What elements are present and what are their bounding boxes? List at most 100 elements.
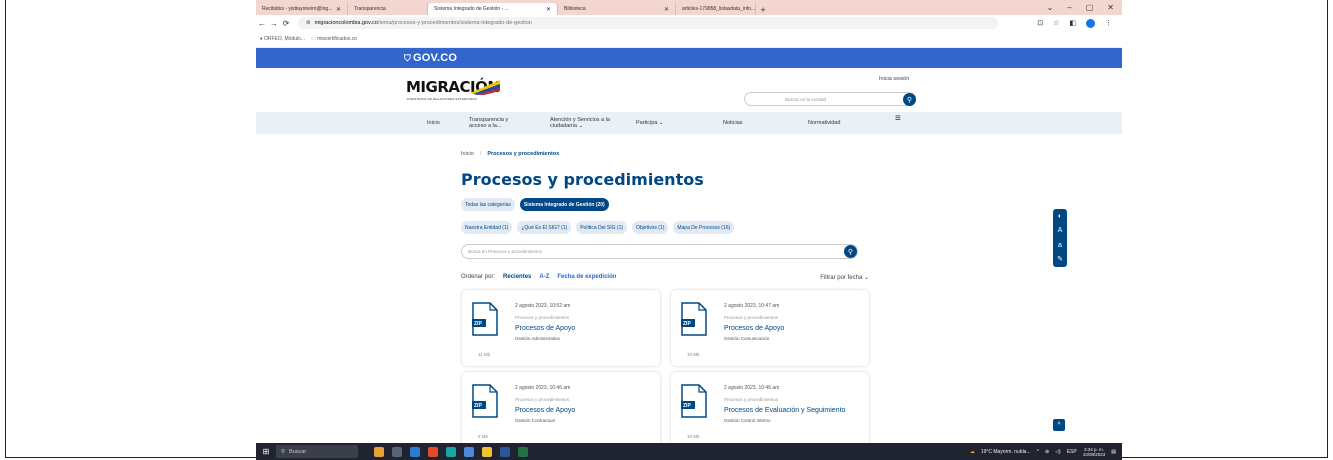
notifications-icon[interactable]: ▤ xyxy=(1111,449,1116,455)
sidepanel-icon[interactable]: ◧ xyxy=(1069,19,1076,27)
reload-icon[interactable]: ⟳ xyxy=(280,19,292,28)
sort-recientes[interactable]: Recientes xyxy=(503,274,531,280)
taskbar-search[interactable]: ⚲ Buscar xyxy=(276,445,358,458)
breadcrumb-current: Procesos y procedimientos xyxy=(487,151,560,157)
folder-icon[interactable] xyxy=(482,446,492,457)
file-size: 10 Mb xyxy=(687,352,700,357)
font-decrease-icon[interactable]: a xyxy=(1058,242,1062,249)
document-card[interactable]: ZIP 9 Mb 2 agosto 2023, 10:46 am Proceso… xyxy=(462,372,660,448)
tray-chevron-icon[interactable]: ^ xyxy=(1037,449,1039,455)
site-search-input[interactable]: Buscar en la entidad ⚲ xyxy=(744,92,916,106)
bookmark-miscertificados[interactable]: ▭ miscertificados.co xyxy=(311,36,357,42)
font-size-icon[interactable]: A xyxy=(1058,227,1063,234)
tab-biblioteca[interactable]: Biblioteca ✕ xyxy=(558,3,676,15)
windows-start-icon[interactable]: ⊞ xyxy=(256,447,276,456)
hamburger-menu-icon[interactable]: ≡ xyxy=(895,114,901,124)
contrast-icon[interactable]: ◐ xyxy=(1058,213,1062,220)
chip-que-es-sig[interactable]: ¿Qué Es El SIG? (1) xyxy=(517,221,572,234)
breadcrumb-home[interactable]: Inicio xyxy=(461,151,474,157)
mail-icon[interactable] xyxy=(464,446,474,457)
card-title[interactable]: Procesos de Evaluación y Seguimiento xyxy=(724,407,845,414)
card-title[interactable]: Procesos de Apoyo xyxy=(515,407,575,414)
sort-az[interactable]: A-Z xyxy=(539,274,549,280)
edge-icon[interactable] xyxy=(446,446,456,457)
new-tab-button[interactable]: + xyxy=(756,5,770,15)
govco-label[interactable]: GOV.CO xyxy=(413,52,457,64)
outlook-icon[interactable] xyxy=(410,446,420,457)
bookmark-icon: ▭ xyxy=(311,36,316,42)
bookmark-orfeo[interactable]: ♦ ORFEO, Módulo... xyxy=(260,36,305,42)
tab-label: Recibidos - yisttayoneiro@ing... xyxy=(262,6,333,12)
maximize-icon[interactable]: ▢ xyxy=(1086,3,1094,12)
document-card[interactable]: ZIP 10 Mb 2 agosto 2023, 10:47 am Proces… xyxy=(671,290,869,366)
back-icon[interactable]: ← xyxy=(256,19,268,28)
file-explorer-icon[interactable] xyxy=(374,446,384,457)
clock[interactable]: 3:34 p. m. 10/08/2023 xyxy=(1083,447,1106,457)
site-info-icon[interactable]: ⊜ xyxy=(306,20,311,26)
chevron-down-icon[interactable]: ⌄ xyxy=(1047,3,1054,12)
word-icon[interactable] xyxy=(500,446,510,457)
language-label[interactable]: ESP xyxy=(1067,449,1077,455)
card-category: Procesos y procedimientos xyxy=(724,397,779,402)
nav-item-atencion[interactable]: Atención y Servicios a la ciudadanía ⌄ xyxy=(550,117,612,129)
nav-item-transparencia[interactable]: Transparencia y acceso a la... xyxy=(469,117,517,129)
excel-icon[interactable] xyxy=(518,446,528,457)
search-icon[interactable]: ⚲ xyxy=(844,245,857,258)
tab-transparencia[interactable]: Transparencia xyxy=(348,3,428,15)
card-category: Procesos y procedimientos xyxy=(515,315,570,320)
close-icon[interactable]: ✕ xyxy=(546,6,551,13)
chip-objetivos[interactable]: Objetivos (1) xyxy=(632,221,669,234)
search-placeholder: Buscar en la entidad xyxy=(785,96,827,102)
document-card[interactable]: ZIP 10 Mb 2 agosto 2023, 10:46 am Proces… xyxy=(671,372,869,448)
forward-icon[interactable]: → xyxy=(268,19,280,28)
volume-icon[interactable]: ◁) xyxy=(1055,449,1061,455)
zip-file-icon xyxy=(472,384,498,418)
nav-item-inicio[interactable]: Inicio xyxy=(427,120,440,126)
card-subtitle: Gestión Contractual xyxy=(515,418,555,423)
card-category: Procesos y procedimientos xyxy=(515,397,570,402)
tab-mail[interactable]: Recibidos - yisttayoneiro@ing... ✕ xyxy=(256,3,348,15)
search-icon[interactable]: ⚲ xyxy=(903,93,916,106)
tab-sig[interactable]: Sistema Integrado de Gestión - ... ✕ xyxy=(428,3,558,15)
nav-item-noticias[interactable]: Noticias xyxy=(723,120,743,126)
menu-icon[interactable]: ⋮ xyxy=(1105,19,1112,27)
chip-todas[interactable]: Todas las categorías xyxy=(461,198,515,211)
weather-label[interactable]: 19°C Mayorm. nubla... xyxy=(981,449,1031,455)
bookmark-icon: ♦ xyxy=(260,36,263,42)
minimize-icon[interactable]: – xyxy=(1067,3,1071,12)
tab-label: Biblioteca xyxy=(564,6,586,12)
close-icon[interactable]: ✕ xyxy=(1107,3,1114,12)
close-icon[interactable]: ✕ xyxy=(664,6,669,13)
chip-politica[interactable]: Política Del SIG (1) xyxy=(576,221,628,234)
login-link[interactable]: Inicia sesión xyxy=(879,76,909,82)
chip-nuestra-entidad[interactable]: Nuestra Entidad (1) xyxy=(461,221,513,234)
chip-sig[interactable]: Sistema Integrado de Gestión (20) xyxy=(519,198,609,211)
category-chips: Todas las categorías Sistema Integrado d… xyxy=(461,198,609,211)
relief-icon[interactable]: ✎ xyxy=(1057,256,1063,263)
star-icon[interactable]: ☆ xyxy=(1053,19,1059,27)
filter-by-date[interactable]: Filtrar por fecha ⌄ xyxy=(820,274,869,281)
close-icon[interactable]: ✕ xyxy=(336,6,341,13)
govco-bar: ⛉ GOV.CO xyxy=(256,48,1122,68)
sort-fecha[interactable]: Fecha de expedición xyxy=(557,274,616,280)
search-placeholder: Busca en Procesos y procedimientos xyxy=(468,249,543,254)
scroll-to-top-button[interactable]: ^ xyxy=(1053,419,1065,431)
zip-file-icon xyxy=(472,302,498,336)
avatar[interactable] xyxy=(1086,18,1095,28)
breadcrumb: Inicio / Procesos y procedimientos xyxy=(461,151,559,157)
card-title[interactable]: Procesos de Apoyo xyxy=(724,325,784,332)
document-card[interactable]: ZIP 11 Mb 2 agosto 2023, 10:52 am Proces… xyxy=(462,290,660,366)
card-subtitle: Gestión Control Interno xyxy=(724,418,771,423)
tab-articles[interactable]: articles-179858_listasdata_info...✕ xyxy=(676,3,756,15)
chrome-icon[interactable] xyxy=(428,446,438,457)
nav-item-normatividad[interactable]: Normatividad xyxy=(808,120,840,126)
chip-mapa[interactable]: Mapa De Procesos (16) xyxy=(673,221,735,234)
content-search-input[interactable]: Busca en Procesos y procedimientos ⚲ xyxy=(461,244,858,259)
card-title[interactable]: Procesos de Apoyo xyxy=(515,325,575,332)
translate-icon[interactable]: ⊡ xyxy=(1037,19,1043,27)
nav-item-participa[interactable]: Participa ⌄ xyxy=(636,120,664,126)
task-view-icon[interactable] xyxy=(392,446,402,457)
card-subtitle: Gestión Administrativa xyxy=(515,336,560,341)
network-icon[interactable]: ⊕ xyxy=(1045,449,1049,455)
url-field[interactable]: ⊜ migracioncolombia.gov.co/tema/procesos… xyxy=(298,17,998,29)
